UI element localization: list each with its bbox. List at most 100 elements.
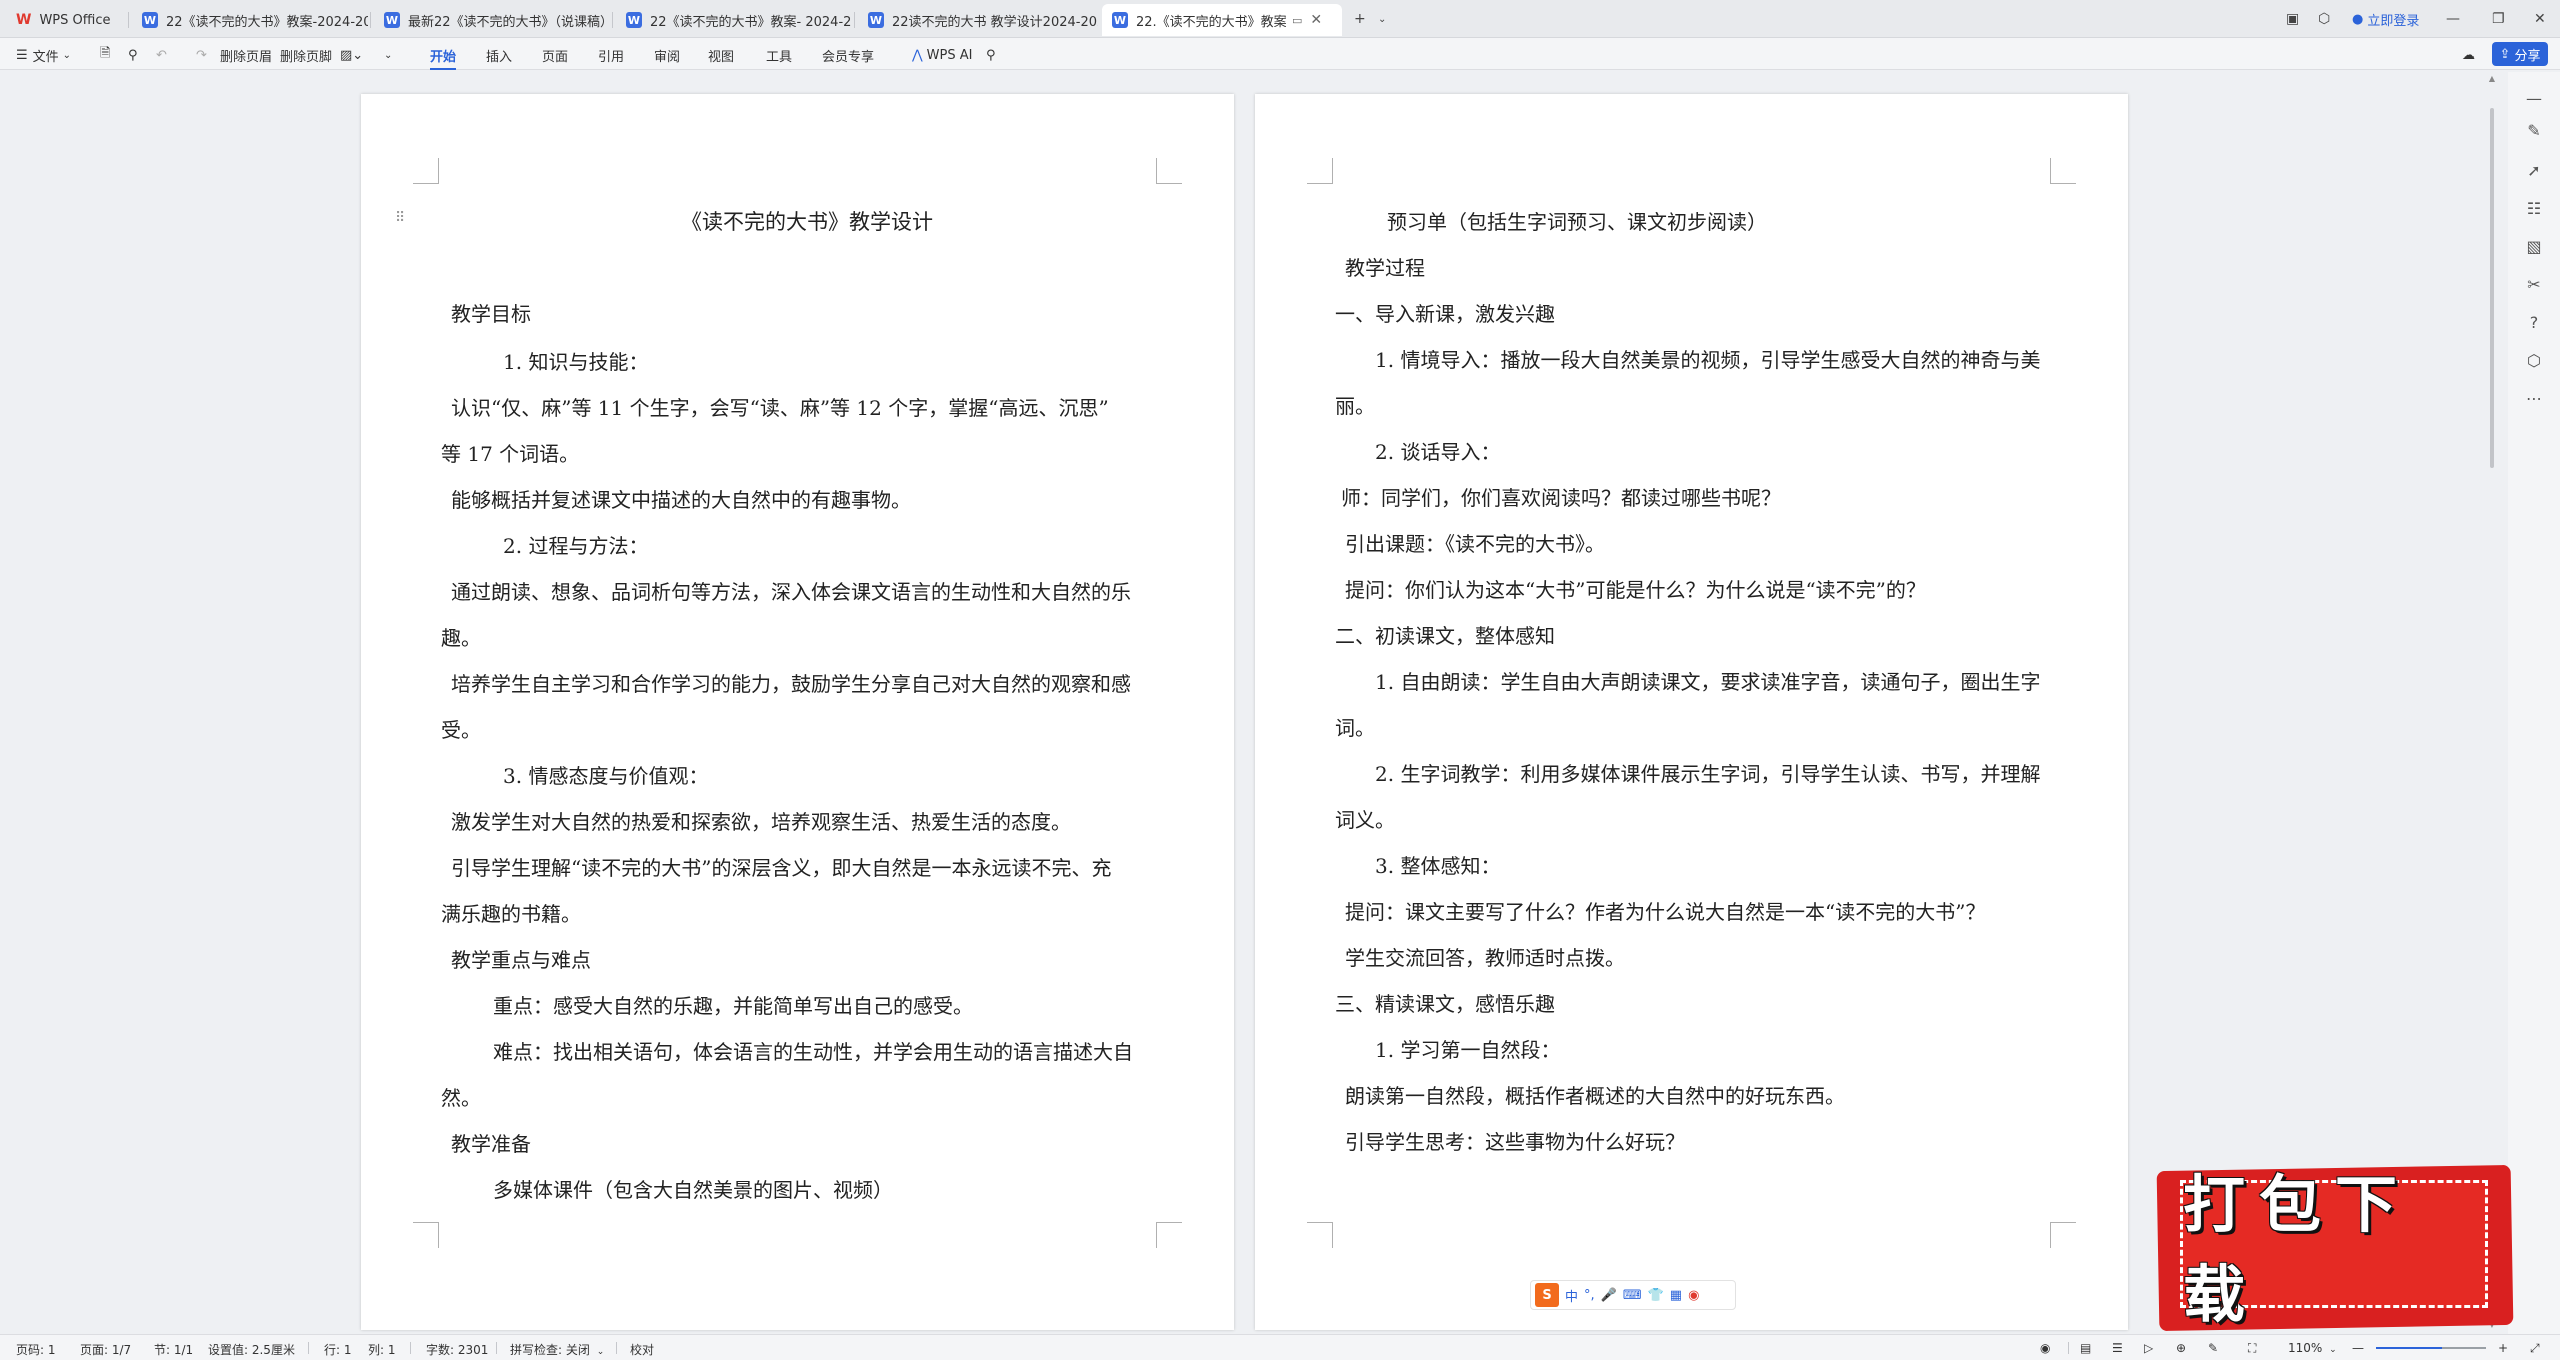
login-button[interactable]: ● 立即登录 [2352,8,2419,30]
share-button[interactable]: ⇪ 分享 [2492,42,2548,66]
undo-icon[interactable]: ↶ [156,45,167,65]
toolbox-icon[interactable]: ▦ [1670,1288,1682,1303]
word-doc-icon: W [1112,12,1128,28]
tab-document[interactable]: W 22读不完的大书 教学设计2024-2025 [858,4,1098,36]
toolbar: ☰ 文件 ⌄ 🗎 ⚲ ↶ ↷ 删除页眉 删除页脚 ▨⌄ ⌄ 开始 插入 页面 引… [0,38,2560,70]
collapse-icon[interactable]: — [2522,86,2546,110]
help-icon[interactable]: ? [2522,310,2546,334]
close-tab-icon[interactable]: ✕ [1310,12,1322,28]
status-setting: 设置值: 2.5厘米 [208,1343,295,1357]
share-label: 分享 [2514,48,2541,64]
window-layout-icon[interactable]: ▣ [2286,8,2299,30]
skin-icon[interactable]: 👕 [1648,1288,1664,1303]
close-window-icon[interactable]: ✕ [2534,8,2546,30]
outline-view-icon[interactable]: ☰ [2112,1341,2123,1355]
vertical-scrollbar[interactable]: ▲ ▼ [2487,72,2497,1340]
doc-line: 教学目标 [451,302,531,326]
scroll-thumb[interactable] [2490,108,2494,468]
download-badge[interactable]: 打包下载 [2156,1164,2514,1332]
menu-tab-member[interactable]: 会员专享 [822,45,874,65]
web-view-icon[interactable]: ⊕ [2176,1341,2186,1355]
word-doc-icon: W [384,12,400,28]
doc-line: 教学过程 [1345,256,1425,280]
drag-handle-icon[interactable]: ⠿ [395,210,405,226]
tab-bar: W WPS Office W 22《读不完的大书》教案-2024-2025 W … [0,0,2560,38]
eye-protection-icon[interactable]: ◉ [2040,1341,2050,1355]
status-page[interactable]: 页面: 1/7 [80,1341,131,1358]
settings-sliders-icon[interactable]: ☷ [2522,196,2546,220]
tab-document[interactable]: W 22《读不完的大书》教案- 2024-2025 [616,4,852,36]
doc-line: 能够概括并复述课文中描述的大自然中的有趣事物。 [451,488,911,512]
find-icon[interactable]: ⚲ [128,45,138,65]
new-tab-button[interactable]: + [1354,8,1366,30]
wps-ai-button[interactable]: ⋀ WPS AI [912,45,972,65]
tools-icon[interactable]: ✂ [2522,272,2546,296]
ime-toolbar[interactable]: S 中 °, 🎤 ⌨ 👕 ▦ ◉ [1530,1280,1736,1310]
status-spellcheck[interactable]: 拼写检查: 关闭 ⌄ [510,1341,604,1358]
status-proofread[interactable]: 校对 [630,1341,654,1358]
restore-icon[interactable]: ❐ [2492,8,2505,30]
minimize-icon[interactable]: — [2446,8,2460,30]
zoom-out-icon[interactable]: — [2352,1341,2364,1355]
fit-page-icon[interactable]: ⛶ [2248,1341,2256,1356]
more-icon[interactable]: ⋯ [2522,386,2546,410]
doc-line: 提问：你们认为这本“大书”可能是什么？为什么说是“读不完”的？ [1345,578,1926,602]
image-edit-icon[interactable]: ▧ [2522,234,2546,258]
tab-list-chevron-icon[interactable]: ⌄ [1378,8,1386,30]
document-page-2[interactable]: 预习单（包括生字词预习、课文初步阅读） 教学过程 一、导入新课，激发兴趣 1. … [1255,94,2128,1330]
margin-corner-mark [2050,158,2076,184]
file-label: 文件 [32,49,59,65]
margin-corner-mark [1156,158,1182,184]
menu-tab-reference[interactable]: 引用 [598,45,624,65]
doc-line: 1. 学习第一自然段： [1375,1038,1561,1062]
margin-corner-mark [2050,1222,2076,1248]
zoom-in-icon[interactable]: + [2498,1341,2508,1355]
read-view-icon[interactable]: ▷ [2144,1341,2153,1355]
avatar-icon[interactable]: ◉ [1688,1288,1699,1303]
menu-tab-start[interactable]: 开始 [430,45,457,70]
menu-tab-view[interactable]: 视图 [708,45,734,65]
status-bar: 页码: 1 页面: 1/7 节: 1/1 设置值: 2.5厘米 行: 1 列: … [0,1334,2560,1360]
menu-icon: ☰ [16,47,28,63]
zoom-level[interactable]: 110% ⌄ [2288,1341,2337,1355]
wps-ai-label: WPS AI [926,47,973,63]
page-view-icon[interactable]: ▤ [2080,1341,2091,1355]
write-view-icon[interactable]: ✎ [2208,1341,2218,1355]
share-cube-icon[interactable]: ⬡ [2522,348,2546,372]
share-icon: ⇪ [2499,46,2511,62]
delete-footer-button[interactable]: 删除页脚 [280,45,332,65]
menu-tab-insert[interactable]: 插入 [486,45,512,65]
cube-icon[interactable]: ⬡ [2318,8,2330,30]
microphone-icon[interactable]: 🎤 [1601,1288,1617,1303]
punctuation-icon[interactable]: °, [1584,1288,1595,1303]
keyboard-icon[interactable]: ⌨ [1623,1288,1642,1303]
zoom-value: 110% [2288,1341,2323,1355]
save-icon[interactable]: 🗎 [100,45,110,65]
ime-mode[interactable]: 中 [1565,1286,1578,1305]
select-cursor-icon[interactable]: ➚ [2522,158,2546,182]
search-icon[interactable]: ⚲ [986,45,996,65]
doc-line: 满乐趣的书籍。 [441,902,581,926]
fullscreen-icon[interactable]: ⤢ [2530,1341,2540,1356]
menu-tab-tools[interactable]: 工具 [766,45,792,65]
format-painter-icon[interactable]: ▨⌄ [340,45,363,65]
monitor-icon[interactable]: ▭ [1292,14,1302,27]
menu-tab-review[interactable]: 审阅 [654,45,680,65]
tab-document[interactable]: W 最新22《读不完的大书》（说课稿） [374,4,610,36]
tab-wps-home[interactable]: W WPS Office [6,4,126,36]
zoom-slider[interactable] [2376,1347,2486,1349]
redo-icon[interactable]: ↷ [196,45,207,65]
file-menu[interactable]: ☰ 文件 ⌄ [16,45,71,65]
more-chevron-icon[interactable]: ⌄ [384,45,392,65]
document-page-1[interactable]: ⠿ 《读不完的大书》教学设计 教学目标 1. 知识与技能： 认识“仅、麻”等 1… [361,94,1234,1330]
status-wordcount[interactable]: 字数: 2301 [426,1341,488,1358]
pen-icon[interactable]: ✎ [2522,118,2546,142]
scroll-up-arrow-icon[interactable]: ▲ [2487,74,2497,83]
tab-document-active[interactable]: W 22.《读不完的大书》教案-2024 ▭ ✕ [1102,4,1342,36]
cloud-sync-icon[interactable]: ☁ [2462,45,2475,65]
doc-line: 教学重点与难点 [451,948,591,972]
menu-tab-page[interactable]: 页面 [542,45,568,65]
delete-header-button[interactable]: 删除页眉 [220,45,272,65]
doc-line: 教学准备 [451,1132,531,1156]
tab-document[interactable]: W 22《读不完的大书》教案-2024-2025 [132,4,368,36]
